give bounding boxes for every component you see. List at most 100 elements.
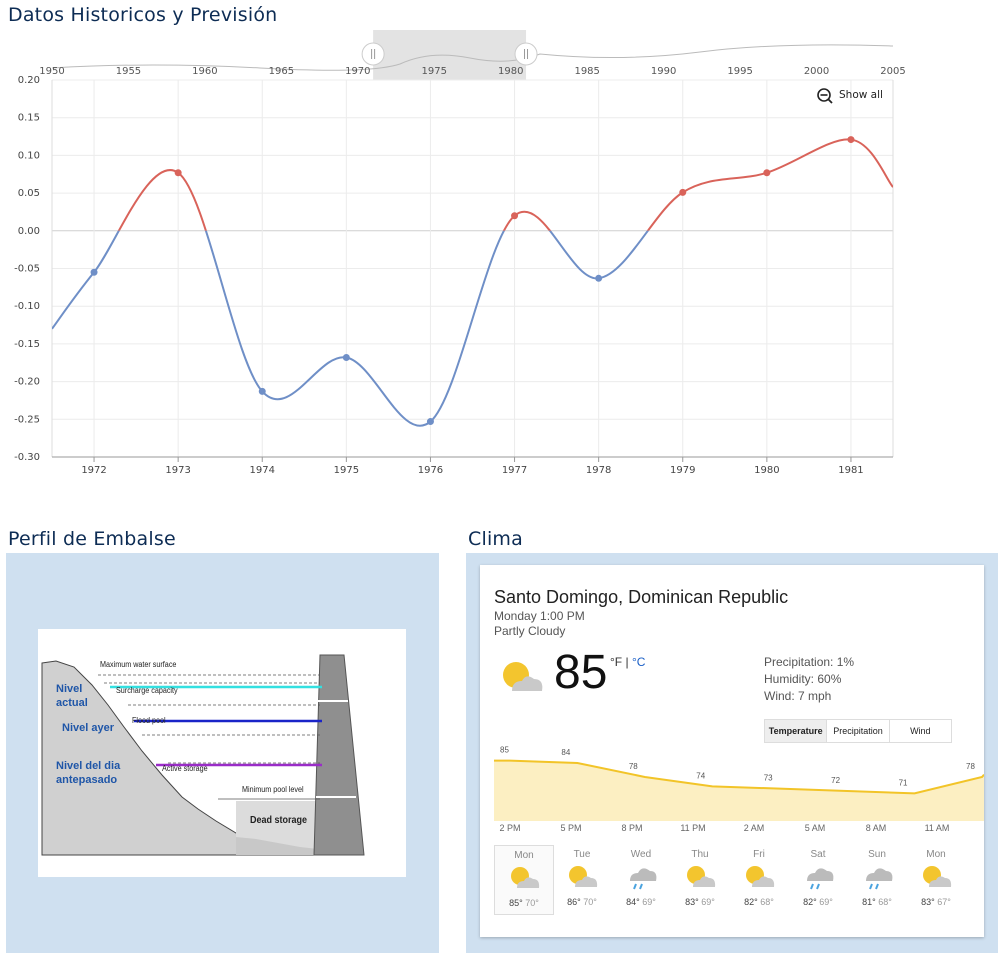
navigator-handle-left[interactable] [361,42,385,66]
day-high: 84° [626,897,640,907]
day-name: Sun [868,849,886,860]
partly-cloudy-icon [503,662,543,691]
x-tick-label: 1980 [754,465,779,476]
min-pool-label: Minimum pool level [242,785,304,794]
reservoir-drawing [41,654,365,856]
x-tick-label: 1979 [670,465,695,476]
unit-f[interactable]: °F [610,655,622,669]
x-tick-label: 1976 [418,465,443,476]
hourly-temp-label: 72 [831,776,840,785]
day-forecast[interactable]: Wed 84° 69° [612,845,670,913]
day-low: 69° [819,897,833,907]
navigator-tick: 1970 [345,66,370,77]
y-tick-label: 0.20 [18,75,40,86]
day-forecast[interactable]: Mon 83° 67° [907,845,965,913]
level-antepasado-label: Nivel del dia antepasado [56,760,121,786]
y-tick-label: -0.20 [14,377,40,388]
navigator-handle-right[interactable] [514,42,538,66]
x-tick-label: 1973 [165,465,190,476]
x-tick-label: 1972 [81,465,106,476]
partly-cloudy-icon [730,863,788,891]
hour-label: 8 PM [621,823,643,833]
navigator-tick: 1950 [39,66,64,77]
humidity-info: Humidity: 60% [764,672,842,686]
data-point[interactable] [511,212,519,220]
day-name: Mon [926,849,946,860]
day-high: 82° [744,897,758,907]
y-tick-label: 0.10 [18,150,40,161]
x-tick-label: 1978 [586,465,611,476]
hour-label: 2 AM [743,823,765,833]
hourly-area [494,760,984,821]
day-forecast[interactable]: Sun 81° 68° [848,845,906,913]
surcharge-label: Surcharge capacity [116,686,178,695]
partly-cloudy-icon [907,863,965,891]
hourly-temperature-chart: 85 84 78 74 73 72 71 78 [494,746,984,821]
range-navigator[interactable]: 1950 1955 1960 1965 1970 1975 1980 1985 1990 1995… [39,30,906,80]
day-forecast[interactable]: Sat 82° 69° [789,845,847,913]
hourly-temp-label: 84 [561,748,570,757]
day-name: Thu [691,849,709,860]
tab-precipitation[interactable]: Precipitation [827,720,890,742]
weather-condition: Partly Cloudy [494,624,566,638]
day-forecast[interactable]: Fri 82° 68° [730,845,788,913]
weather-location: Santo Domingo, Dominican Republic [494,587,789,607]
precipitation-info: Precipitation: 1% [764,655,855,669]
x-axis: 1972 1973 1974 1975 1976 1977 1978 1979 1980 1981 [52,456,893,476]
weather-card: Santo Domingo, Dominican Republic Monday… [480,565,984,937]
reservoir-panel: Maximum water surface Surcharge capacity… [6,553,439,953]
day-name: Wed [630,849,652,860]
day-low: 70° [583,897,597,907]
day-temps: 86° 70° [553,897,611,907]
reservoir-diagram: Maximum water surface Surcharge capacity… [38,629,406,877]
hour-label: 11 PM [680,823,706,833]
data-point[interactable] [847,136,855,144]
data-point[interactable] [90,268,98,276]
day-forecast[interactable]: Tue 86° 70° [553,845,611,913]
x-tick-label: 1981 [838,465,863,476]
hourly-temp-label: 85 [500,746,509,755]
day-forecast[interactable]: Thu 83° 69° [671,845,729,913]
hour-label: 5 AM [804,823,826,833]
weather-tabs: Temperature Precipitation Wind [764,719,952,743]
hourly-temp-label: 78 [966,762,975,771]
day-temps: 85° 70° [495,898,553,908]
weather-panel: Santo Domingo, Dominican Republic Monday… [466,553,998,953]
day-high: 86° [567,897,581,907]
x-tick-label: 1975 [334,465,359,476]
day-temps: 84° 69° [612,897,670,907]
navigator-tick: 1995 [727,66,752,77]
day-forecast[interactable]: Mon 85° 70° [494,845,554,915]
navigator-tick: 1990 [651,66,676,77]
data-point[interactable] [426,418,434,426]
tab-wind[interactable]: Wind [890,720,951,742]
unit-c[interactable]: °C [632,655,645,669]
day-temps: 82° 69° [789,897,847,907]
hourly-temp-label: 74 [696,771,705,780]
day-temps: 82° 68° [730,897,788,907]
navigator-tick: 2000 [804,66,829,77]
rain-icon [612,863,670,891]
day-low: 67° [937,897,951,907]
y-tick-label: -0.05 [14,264,40,275]
unit-toggle[interactable]: °F | °C [610,655,645,669]
navigator-tick: 1980 [498,66,523,77]
data-point[interactable] [342,353,350,361]
y-tick-label: -0.10 [14,301,40,312]
hourly-temp-label: 71 [899,778,908,787]
partly-cloudy-icon [553,863,611,891]
day-name: Fri [753,849,765,860]
day-name: Mon [514,850,534,861]
navigator-tick: 1965 [269,66,294,77]
show-all-button[interactable]: Show all [817,88,883,104]
tab-temperature[interactable]: Temperature [765,720,828,742]
data-point[interactable] [595,274,603,282]
data-point[interactable] [258,387,266,395]
x-tick-label: 1974 [250,465,275,476]
data-point[interactable] [679,188,687,196]
data-point[interactable] [763,169,771,177]
y-tick-label: -0.30 [14,452,40,463]
hour-label: 2 PM [499,823,521,833]
navigator-tick: 1975 [422,66,447,77]
data-point[interactable] [174,169,182,177]
